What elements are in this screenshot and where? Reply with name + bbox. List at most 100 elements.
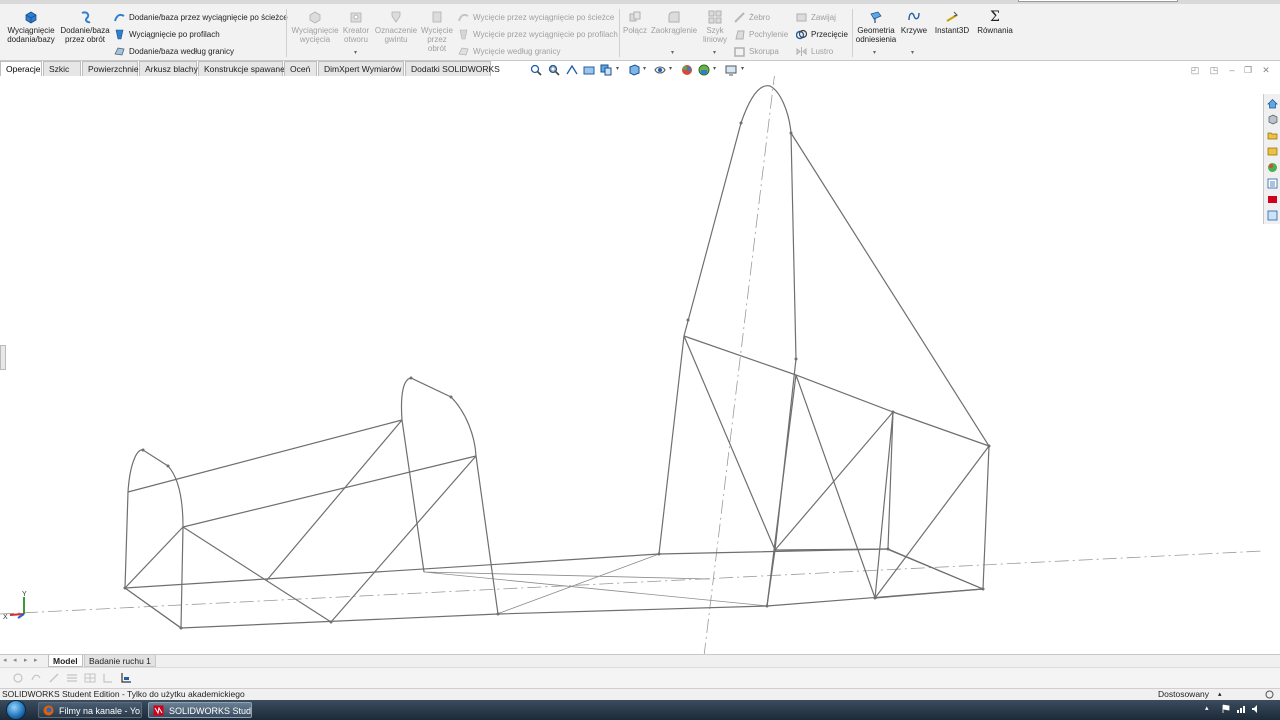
tab-arkusz-blachy[interactable]: Arkusz blachy [139, 61, 198, 76]
restore-right-icon[interactable]: ◳ [1209, 65, 1219, 75]
file-explorer-icon[interactable] [1267, 146, 1278, 157]
unit-system-dropdown-icon[interactable]: ▴ [1218, 689, 1222, 700]
extruded-cut-button[interactable]: Wyciągnięcie wycięcia [290, 10, 340, 44]
previous-view-icon[interactable] [566, 64, 578, 76]
section-view-icon[interactable] [583, 64, 595, 76]
mirror-button[interactable]: Lustro [796, 45, 833, 58]
first-tab-arrow-icon[interactable]: ◂ [3, 656, 11, 666]
revolve-boss-label-1: Dodanie/baza [60, 26, 110, 35]
zoom-to-area-icon[interactable] [548, 64, 560, 76]
extrude-boss-button[interactable]: Wyciągnięcie dodania/bazy [6, 10, 56, 44]
minimize-icon[interactable]: – [1227, 65, 1237, 75]
close-icon[interactable]: ✕ [1261, 65, 1271, 75]
unit-system-selector[interactable]: Dostosowany [1158, 689, 1209, 700]
scale-icon[interactable] [102, 672, 114, 684]
reference-geometry-dropdown-icon[interactable]: ▾ [873, 49, 876, 56]
hole-wizard-button[interactable]: Kreator otworu [340, 10, 372, 44]
tab-powierzchnie[interactable]: Powierzchnie [82, 61, 139, 76]
prev-tab-arrow-icon[interactable]: ◂ [13, 656, 21, 666]
intersect-button[interactable]: Przecięcie [796, 28, 848, 41]
taskbar-item-firefox[interactable]: Filmy na kanale - Yo... [38, 702, 142, 718]
thread-button[interactable]: Oznaczenie gwintu [374, 10, 418, 44]
network-icon[interactable] [1236, 704, 1246, 714]
apply-scene-icon[interactable] [698, 64, 710, 76]
tab-dimxpert[interactable]: DimXpert Wymiarów [318, 61, 404, 76]
scene-dropdown-icon[interactable]: ▾ [713, 65, 716, 72]
table-icon[interactable] [84, 672, 96, 684]
graph-icon[interactable] [120, 672, 132, 684]
taskbar-item-solidworks[interactable]: SOLIDWORKS Stude... [148, 702, 252, 718]
linear-pattern-button[interactable]: Szyk liniowy [700, 10, 730, 44]
hide-show-dropdown-icon[interactable]: ▾ [669, 65, 672, 72]
linear-pattern-icon [708, 10, 722, 24]
view-settings-dropdown-icon[interactable]: ▾ [741, 65, 744, 72]
curves-dropdown-icon[interactable]: ▾ [911, 49, 914, 56]
revolve-boss-icon [81, 11, 91, 24]
hole-wizard-dropdown-icon[interactable]: ▾ [354, 49, 357, 56]
motion-calc-icon[interactable] [12, 672, 24, 684]
last-tab-arrow-icon[interactable]: ▸ [34, 656, 42, 666]
curves-button[interactable]: Krzywe [900, 10, 928, 35]
appearances-icon[interactable] [1267, 162, 1278, 173]
fillet-button[interactable]: Zaokrąglenie [650, 10, 698, 35]
shell-button[interactable]: Skorupa [734, 45, 779, 58]
tab-ocen[interactable]: Oceń [284, 61, 317, 76]
swept-cut-button[interactable]: Wycięcie przez wyciągnięcie po ścieżce [458, 11, 614, 24]
firefox-icon [43, 705, 54, 716]
volume-icon[interactable] [1251, 704, 1261, 714]
maximize-icon[interactable]: ❐ [1243, 65, 1253, 75]
boundary-cut-button[interactable]: Wycięcie według granicy [458, 45, 561, 58]
draft-icon [735, 30, 745, 40]
lofted-cut-button[interactable]: Wycięcie przez wyciągnięcie po profilach [458, 28, 618, 41]
lofted-boss-button[interactable]: Wyciągnięcie po profilach [114, 28, 220, 41]
view-palette-icon[interactable] [1267, 210, 1278, 221]
display-style-dropdown-icon[interactable]: ▾ [643, 65, 646, 72]
revolved-cut-button[interactable]: Wycięcie przez obrót [420, 10, 454, 53]
rebuild-status-icon[interactable] [1265, 690, 1274, 699]
dynamic-annotation-view-icon[interactable] [600, 64, 612, 76]
equations-button[interactable]: Σ Równania [974, 10, 1016, 36]
edit-appearance-icon[interactable] [681, 64, 693, 76]
design-library-icon[interactable] [1267, 130, 1278, 141]
hide-show-items-icon[interactable] [654, 64, 666, 76]
sketch-pen-icon[interactable] [48, 672, 60, 684]
extrude-boss-label-1: Wyciągnięcie [7, 26, 55, 35]
reference-geometry-button[interactable]: Geometria odniesienia [855, 10, 897, 44]
boundary-boss-button[interactable]: Dodanie/baza według granicy [114, 45, 234, 58]
resources-icon[interactable] [1267, 114, 1278, 125]
draft-button[interactable]: Pochylenie [734, 28, 788, 41]
tab-model[interactable]: Model [48, 655, 83, 667]
tab-konstrukcje-spawane[interactable]: Konstrukcje spawane [198, 61, 285, 76]
search-commands-input[interactable] [1018, 0, 1178, 2]
action-center-flag-icon[interactable] [1221, 704, 1231, 714]
layers-icon[interactable] [66, 672, 78, 684]
tab-operacje[interactable]: Operacje [0, 61, 42, 76]
combine-button[interactable]: Połącz [622, 10, 648, 35]
tab-motion-study[interactable]: Badanie ruchu 1 [84, 655, 156, 667]
separator [852, 9, 853, 57]
wrap-button[interactable]: Zawijaj [796, 11, 836, 24]
view-orientation-dropdown-icon[interactable]: ▾ [616, 65, 619, 72]
intersect-icon [796, 30, 807, 40]
rib-button[interactable]: Żebro [734, 11, 770, 24]
tab-dodatki-solidworks[interactable]: Dodatki SOLIDWORKS [405, 61, 500, 76]
next-tab-arrow-icon[interactable]: ▸ [24, 656, 32, 666]
revolve-boss-button[interactable]: Dodanie/baza przez obrót [60, 10, 110, 44]
home-icon[interactable] [1267, 98, 1278, 109]
restore-left-icon[interactable]: ◰ [1190, 65, 1200, 75]
graphics-area[interactable] [0, 76, 1263, 656]
show-hidden-icons-icon[interactable]: ▴ [1205, 704, 1215, 714]
view-settings-icon[interactable] [725, 64, 737, 76]
solidworks-forum-icon[interactable] [1267, 194, 1278, 205]
instant3d-button[interactable]: Instant3D [932, 10, 972, 35]
custom-properties-icon[interactable] [1267, 178, 1278, 189]
tab-szkic[interactable]: Szkic [43, 61, 81, 76]
motion-play-icon[interactable] [30, 672, 42, 684]
pattern-dropdown-icon[interactable]: ▾ [713, 49, 716, 56]
swept-boss-button[interactable]: Dodanie/baza przez wyciągnięcie po ścież… [114, 11, 288, 24]
start-button[interactable] [6, 700, 26, 720]
fillet-dropdown-icon[interactable]: ▾ [671, 49, 674, 56]
view-orientation-icon[interactable] [628, 64, 640, 76]
zoom-to-fit-icon[interactable] [530, 64, 542, 76]
taskbar-item-label: Filmy na kanale - Yo... [59, 706, 142, 716]
